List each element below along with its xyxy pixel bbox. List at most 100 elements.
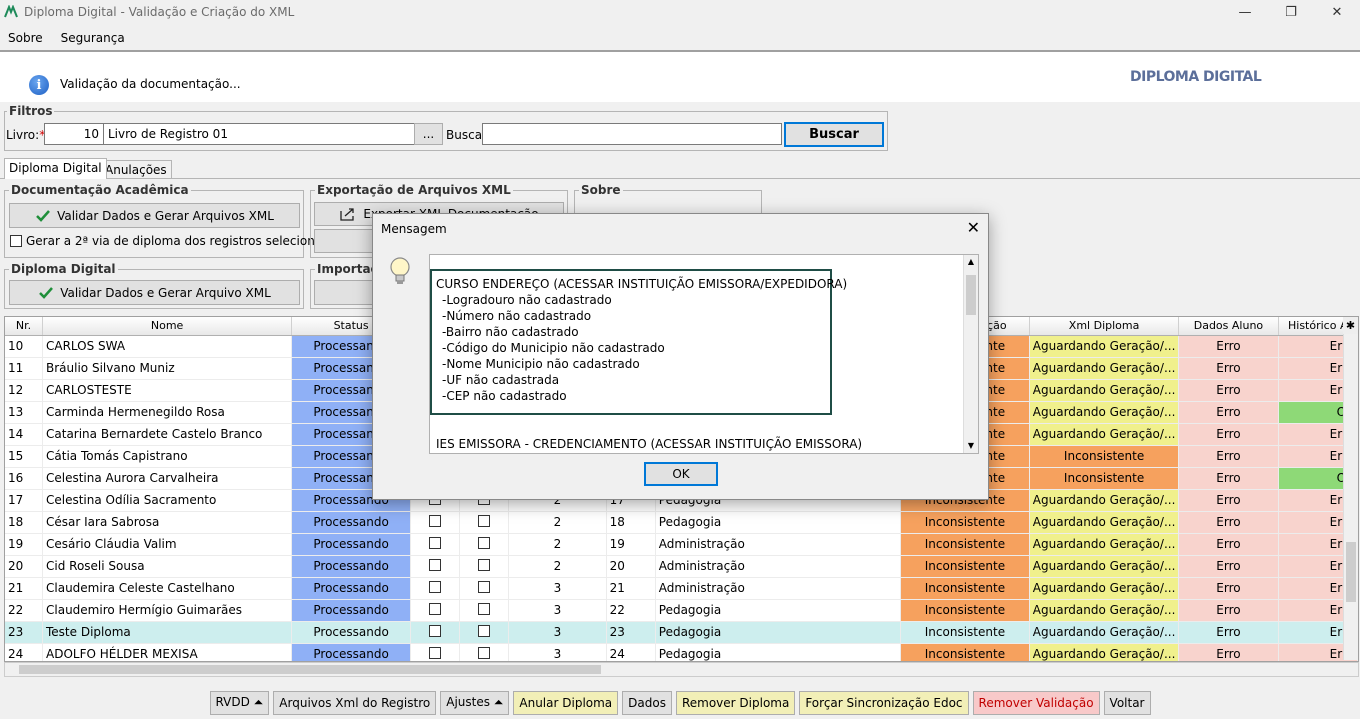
row-checkbox[interactable] <box>478 558 491 571</box>
cell-status[interactable]: Processando <box>291 555 412 578</box>
cell-dados-aluno[interactable]: Erro <box>1178 445 1279 468</box>
cell-num[interactable]: 23 <box>606 621 656 644</box>
row-checkbox[interactable] <box>478 602 491 615</box>
cell-dados-aluno[interactable]: Erro <box>1178 533 1279 556</box>
row-checkbox[interactable] <box>478 624 491 637</box>
cell-curso[interactable]: Pedagogia <box>655 643 902 661</box>
table-row[interactable]: 24 ADOLFO HÉLDER MEXISA Processando 3 24 Peda… <box>5 643 1358 661</box>
cell-status[interactable]: Processando <box>291 577 412 600</box>
bottom-button-2[interactable]: Ajustes ⏶ <box>440 690 510 715</box>
row-checkbox[interactable] <box>429 646 442 659</box>
cell-xml-diploma[interactable]: Aguardando Geração/... <box>1029 577 1180 600</box>
row-checkbox[interactable] <box>478 514 491 527</box>
cell-num[interactable]: 24 <box>606 643 656 661</box>
cell-xml-diploma[interactable]: Aguardando Geração/... <box>1029 555 1180 578</box>
cell-nome[interactable]: Celestina Aurora Carvalheira <box>42 467 293 490</box>
scroll-down-icon[interactable]: ▼ <box>964 439 978 453</box>
cell-dados-aluno[interactable]: Erro <box>1178 621 1279 644</box>
cell-nr[interactable]: 24 <box>5 643 43 661</box>
menu-sobre[interactable]: Sobre <box>8 31 43 45</box>
cell-livro[interactable]: 3 <box>508 599 607 622</box>
cell-xml-diploma[interactable]: Aguardando Geração/... <box>1029 401 1180 424</box>
cell-documentacao[interactable]: Inconsistente <box>900 511 1030 534</box>
scroll-up-icon[interactable]: ▲ <box>964 255 978 269</box>
cell-curso[interactable]: Administração <box>655 577 902 600</box>
bottom-button-4[interactable]: Dados <box>622 690 672 715</box>
cell-check1[interactable] <box>410 599 461 622</box>
cell-livro[interactable]: 2 <box>508 511 607 534</box>
cell-check2[interactable] <box>459 533 510 556</box>
cell-check1[interactable] <box>410 555 461 578</box>
grid-vscroll-thumb[interactable] <box>1346 542 1356 602</box>
cell-dados-aluno[interactable]: Erro <box>1178 489 1279 512</box>
row-checkbox[interactable] <box>478 536 491 549</box>
table-row[interactable]: 21 Claudemira Celeste Castelhano Processan… <box>5 577 1358 600</box>
cell-documentacao[interactable]: Inconsistente <box>900 577 1030 600</box>
row-checkbox[interactable] <box>429 514 442 527</box>
row-checkbox[interactable] <box>429 580 442 593</box>
table-row[interactable]: 23 Teste Diploma Processando 3 23 Pedagogia In… <box>5 621 1358 644</box>
cell-xml-diploma[interactable]: Aguardando Geração/... <box>1029 357 1180 380</box>
cell-nome[interactable]: Teste Diploma <box>42 621 293 644</box>
cell-check1[interactable] <box>410 643 461 661</box>
cell-check2[interactable] <box>459 555 510 578</box>
cell-dados-aluno[interactable]: Erro <box>1178 577 1279 600</box>
cell-num[interactable]: 18 <box>606 511 656 534</box>
cell-status[interactable]: Processando <box>291 621 412 644</box>
cell-xml-diploma[interactable]: Aguardando Geração/... <box>1029 423 1180 446</box>
cell-nome[interactable]: Carminda Hermenegildo Rosa <box>42 401 293 424</box>
cell-check1[interactable] <box>410 577 461 600</box>
cell-dados-aluno[interactable]: Erro <box>1178 599 1279 622</box>
dialog-close-button[interactable]: ✕ <box>967 218 980 237</box>
cell-status[interactable]: Processando <box>291 599 412 622</box>
cell-dados-aluno[interactable]: Erro <box>1178 357 1279 380</box>
buscar-button[interactable]: Buscar <box>784 122 884 147</box>
validar-gerar-arquivo-button[interactable]: Validar Dados e Gerar Arquivo XML <box>9 280 300 305</box>
cell-check2[interactable] <box>459 511 510 534</box>
cell-nr[interactable]: 10 <box>5 335 43 358</box>
cell-nome[interactable]: Cátia Tomás Capistrano <box>42 445 293 468</box>
grid-settings-icon[interactable]: ✱ <box>1343 317 1358 334</box>
cell-xml-diploma[interactable]: Aguardando Geração/... <box>1029 621 1180 644</box>
minimize-button[interactable]: — <box>1222 0 1268 24</box>
cell-curso[interactable]: Administração <box>655 555 902 578</box>
cell-documentacao[interactable]: Inconsistente <box>900 533 1030 556</box>
cell-dados-aluno[interactable]: Erro <box>1178 401 1279 424</box>
bottom-button-8[interactable]: Voltar <box>1103 690 1151 715</box>
cell-nr[interactable]: 17 <box>5 489 43 512</box>
cell-nome[interactable]: Claudemiro Hermígio Guimarães <box>42 599 293 622</box>
cell-nr[interactable]: 19 <box>5 533 43 556</box>
cell-nr[interactable]: 15 <box>5 445 43 468</box>
row-checkbox[interactable] <box>429 536 442 549</box>
grid-hscroll-thumb[interactable] <box>19 665 601 674</box>
cell-nr[interactable]: 20 <box>5 555 43 578</box>
cell-nr[interactable]: 13 <box>5 401 43 424</box>
cell-dados-aluno[interactable]: Erro <box>1178 643 1279 661</box>
cell-xml-diploma[interactable]: Inconsistente <box>1029 445 1180 468</box>
cell-nome[interactable]: Cid Roseli Sousa <box>42 555 293 578</box>
segunda-via-checkbox[interactable] <box>10 235 22 247</box>
cell-curso[interactable]: Pedagogia <box>655 511 902 534</box>
cell-xml-diploma[interactable]: Aguardando Geração/... <box>1029 379 1180 402</box>
cell-dados-aluno[interactable]: Erro <box>1178 467 1279 490</box>
cell-nr[interactable]: 18 <box>5 511 43 534</box>
close-window-button[interactable]: ✕ <box>1314 0 1360 24</box>
cell-nr[interactable]: 12 <box>5 379 43 402</box>
tab-diploma-digital[interactable]: Diploma Digital <box>4 158 107 179</box>
ok-button[interactable]: OK <box>644 462 718 486</box>
cell-num[interactable]: 21 <box>606 577 656 600</box>
segunda-via-checkbox-row[interactable]: Gerar a 2ª via de diploma dos registros … <box>10 234 343 248</box>
cell-check1[interactable] <box>410 621 461 644</box>
table-row[interactable]: 19 Cesário Cláudia Valim Processando 2 19 Adm… <box>5 533 1358 556</box>
cell-nome[interactable]: César Iara Sabrosa <box>42 511 293 534</box>
table-row[interactable]: 22 Claudemiro Hermígio Guimarães Processan… <box>5 599 1358 622</box>
bottom-button-1[interactable]: Arquivos Xml do Registro <box>273 690 437 715</box>
cell-livro[interactable]: 2 <box>508 555 607 578</box>
cell-check1[interactable] <box>410 511 461 534</box>
cell-status[interactable]: Processando <box>291 533 412 556</box>
col-xml-diploma[interactable]: Xml Diploma <box>1029 317 1180 336</box>
cell-livro[interactable]: 3 <box>508 577 607 600</box>
cell-num[interactable]: 19 <box>606 533 656 556</box>
cell-documentacao[interactable]: Inconsistente <box>900 599 1030 622</box>
cell-status[interactable]: Processando <box>291 511 412 534</box>
